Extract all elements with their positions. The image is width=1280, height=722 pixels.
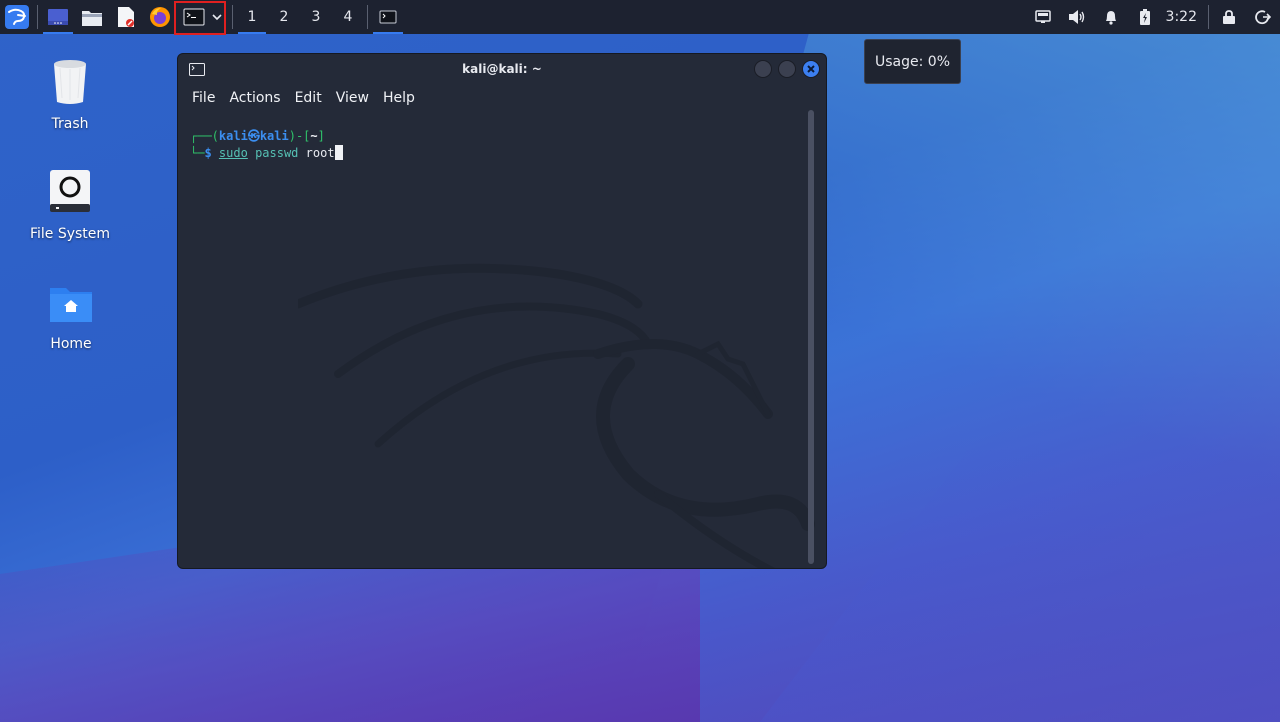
logout-icon bbox=[1255, 10, 1271, 25]
folder-icon bbox=[82, 11, 102, 26]
prompt-dir: ~ bbox=[310, 129, 318, 143]
prompt-symbol: $ bbox=[204, 146, 212, 160]
cpu-usage-tooltip: Usage: 0% bbox=[864, 39, 961, 84]
panel-separator bbox=[367, 5, 368, 29]
text-editor-icon bbox=[118, 7, 134, 27]
desktop-icon-home[interactable]: Home bbox=[16, 278, 126, 352]
network-button[interactable] bbox=[1026, 0, 1060, 34]
trash-icon bbox=[54, 60, 86, 104]
close-button[interactable] bbox=[802, 60, 820, 78]
volume-button[interactable] bbox=[1060, 0, 1094, 34]
home-folder-icon bbox=[50, 288, 92, 322]
panel-separator bbox=[1208, 5, 1209, 29]
network-icon bbox=[1034, 10, 1051, 23]
terminal-title: kali@kali: ~ bbox=[462, 62, 542, 76]
menu-actions[interactable]: Actions bbox=[229, 90, 294, 106]
window-controls bbox=[754, 60, 820, 78]
workspace-1-button[interactable]: 1 bbox=[236, 0, 268, 34]
panel-separator bbox=[232, 5, 233, 29]
terminal-scrollbar[interactable] bbox=[808, 110, 814, 564]
prompt-host: kali bbox=[259, 129, 289, 143]
kali-logo-icon bbox=[5, 5, 29, 29]
minimize-button[interactable] bbox=[754, 60, 772, 78]
terminal-window[interactable]: kali@kali: ~ File Actions Edit View Help bbox=[177, 53, 827, 569]
file-manager-button[interactable] bbox=[75, 0, 109, 34]
taskbar-terminal-window[interactable] bbox=[371, 0, 405, 34]
lock-screen-button[interactable] bbox=[1212, 0, 1246, 34]
menu-help[interactable]: Help bbox=[383, 90, 429, 106]
battery-charging-icon bbox=[1139, 9, 1150, 25]
firefox-icon bbox=[150, 7, 170, 27]
clock[interactable]: 3:22 bbox=[1162, 9, 1205, 25]
terminal-prompt: ┌──(kali㉿kali)-[~] └─$ sudo passwd root bbox=[190, 128, 343, 162]
hard-drive-icon bbox=[50, 170, 90, 212]
text-cursor bbox=[334, 145, 343, 160]
terminal-menubar: File Actions Edit View Help bbox=[178, 84, 826, 112]
speaker-icon bbox=[1068, 10, 1084, 24]
desktop-icon-trash[interactable]: Trash bbox=[15, 58, 125, 132]
command-arg-1: passwd bbox=[255, 146, 299, 160]
terminal-icon bbox=[379, 10, 397, 24]
panel-separator bbox=[37, 5, 38, 29]
workspace-2-button[interactable]: 2 bbox=[268, 0, 300, 34]
terminal-icon bbox=[189, 63, 205, 76]
prompt-user: kali bbox=[218, 129, 248, 143]
desktop-icon bbox=[48, 9, 68, 25]
lock-icon bbox=[1223, 10, 1235, 24]
system-tray: 3:22 bbox=[1026, 0, 1280, 34]
close-icon bbox=[807, 65, 815, 73]
maximize-button[interactable] bbox=[778, 60, 796, 78]
desktop-icon-file-system[interactable]: File System bbox=[15, 168, 125, 242]
menu-edit[interactable]: Edit bbox=[295, 90, 336, 106]
workspace-3-button[interactable]: 3 bbox=[300, 0, 332, 34]
logout-button[interactable] bbox=[1246, 0, 1280, 34]
text-editor-button[interactable] bbox=[109, 0, 143, 34]
menu-file[interactable]: File bbox=[192, 90, 229, 106]
menu-view[interactable]: View bbox=[336, 90, 383, 106]
show-desktop-button[interactable] bbox=[41, 0, 75, 34]
desktop-icon-label: Home bbox=[50, 336, 92, 352]
workspace-4-button[interactable]: 4 bbox=[332, 0, 364, 34]
desktop-icon-label: Trash bbox=[51, 116, 89, 132]
prompt-at: ㉿ bbox=[247, 129, 260, 143]
notifications-button[interactable] bbox=[1094, 0, 1128, 34]
firefox-button[interactable] bbox=[143, 0, 177, 34]
command-arg-2: root bbox=[305, 146, 335, 160]
terminal-titlebar[interactable]: kali@kali: ~ bbox=[178, 54, 826, 84]
highlight-box bbox=[174, 1, 226, 35]
terminal-output[interactable]: ┌──(kali㉿kali)-[~] └─$ sudo passwd root bbox=[178, 114, 826, 568]
desktop-icon-label: File System bbox=[29, 226, 111, 242]
battery-button[interactable] bbox=[1128, 0, 1162, 34]
kali-menu-button[interactable] bbox=[0, 0, 34, 34]
bell-icon bbox=[1105, 11, 1116, 25]
kali-dragon-watermark bbox=[298, 263, 815, 568]
command-text: sudo bbox=[218, 146, 248, 160]
